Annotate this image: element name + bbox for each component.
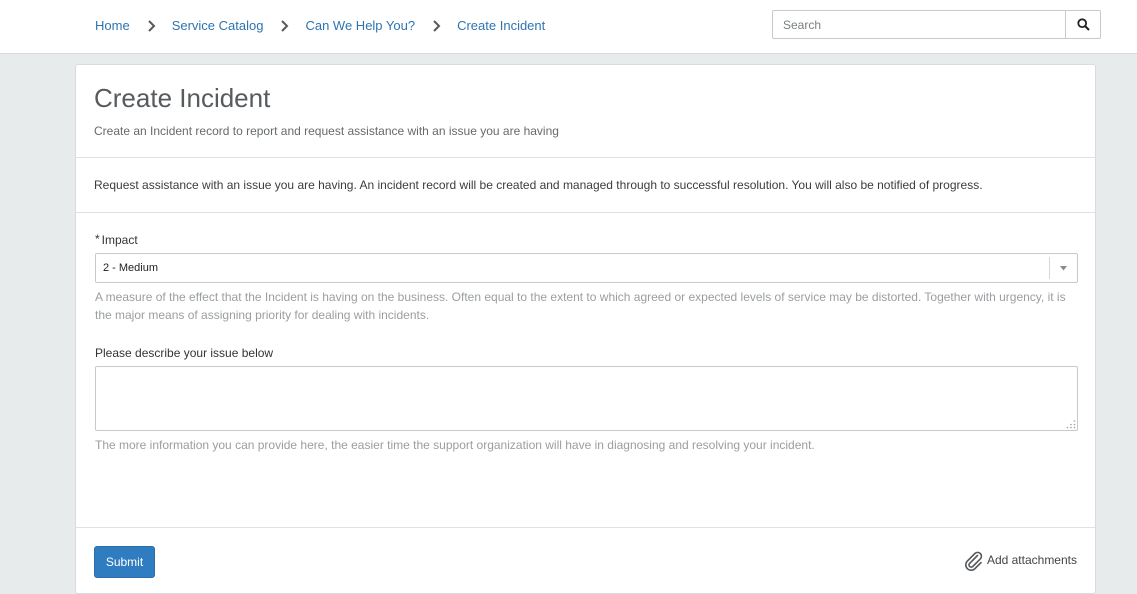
search-icon [1076, 18, 1090, 31]
chevron-right-icon [433, 19, 441, 32]
description-label: Please describe your issue below [95, 346, 274, 360]
search-box [772, 10, 1101, 39]
description-field-wrapper [95, 366, 1078, 431]
paperclip-icon [964, 551, 983, 571]
chevron-right-icon [281, 19, 289, 32]
breadcrumb: Home Service Catalog Can We Help You? Cr… [95, 0, 545, 51]
impact-select[interactable]: 2 - Medium [95, 253, 1078, 283]
page-subtitle: Create an Incident record to report and … [94, 124, 559, 138]
top-bar: Home Service Catalog Can We Help You? Cr… [0, 0, 1137, 54]
search-button[interactable] [1065, 11, 1100, 38]
description-textarea[interactable] [95, 366, 1078, 431]
breadcrumb-can-we-help-you[interactable]: Can We Help You? [305, 18, 415, 33]
page-title: Create Incident [94, 83, 271, 113]
impact-label: * Impact [95, 232, 1077, 247]
breadcrumb-create-incident[interactable]: Create Incident [457, 18, 545, 33]
breadcrumb-service-catalog[interactable]: Service Catalog [172, 18, 264, 33]
add-attachments-link[interactable]: Add attachments [962, 549, 1077, 571]
intro-text: Request assistance with an issue you are… [94, 178, 983, 192]
impact-label-text: Impact [101, 233, 138, 247]
search-input[interactable] [773, 11, 1065, 38]
intro-section: Request assistance with an issue you are… [76, 158, 1095, 213]
breadcrumb-home[interactable]: Home [95, 18, 130, 33]
incident-form-card: Create Incident Create an Incident recor… [75, 64, 1096, 594]
chevron-right-icon [147, 19, 156, 32]
form-body: * Impact 2 - Medium A measure of the eff… [76, 213, 1095, 528]
impact-selected-value: 2 - Medium [103, 262, 159, 274]
required-marker: * [95, 232, 100, 246]
card-header: Create Incident Create an Incident recor… [76, 65, 1095, 158]
impact-help-text: A measure of the effect that the Inciden… [95, 290, 1066, 322]
submit-button[interactable]: Submit [94, 546, 155, 578]
resize-handle-icon[interactable] [1066, 419, 1076, 429]
description-help-text: The more information you can provide her… [95, 438, 815, 452]
caret-down-icon [1049, 257, 1077, 279]
add-attachments-label: Add attachments [986, 553, 1077, 567]
form-footer: Submit Add attachments [76, 528, 1095, 588]
